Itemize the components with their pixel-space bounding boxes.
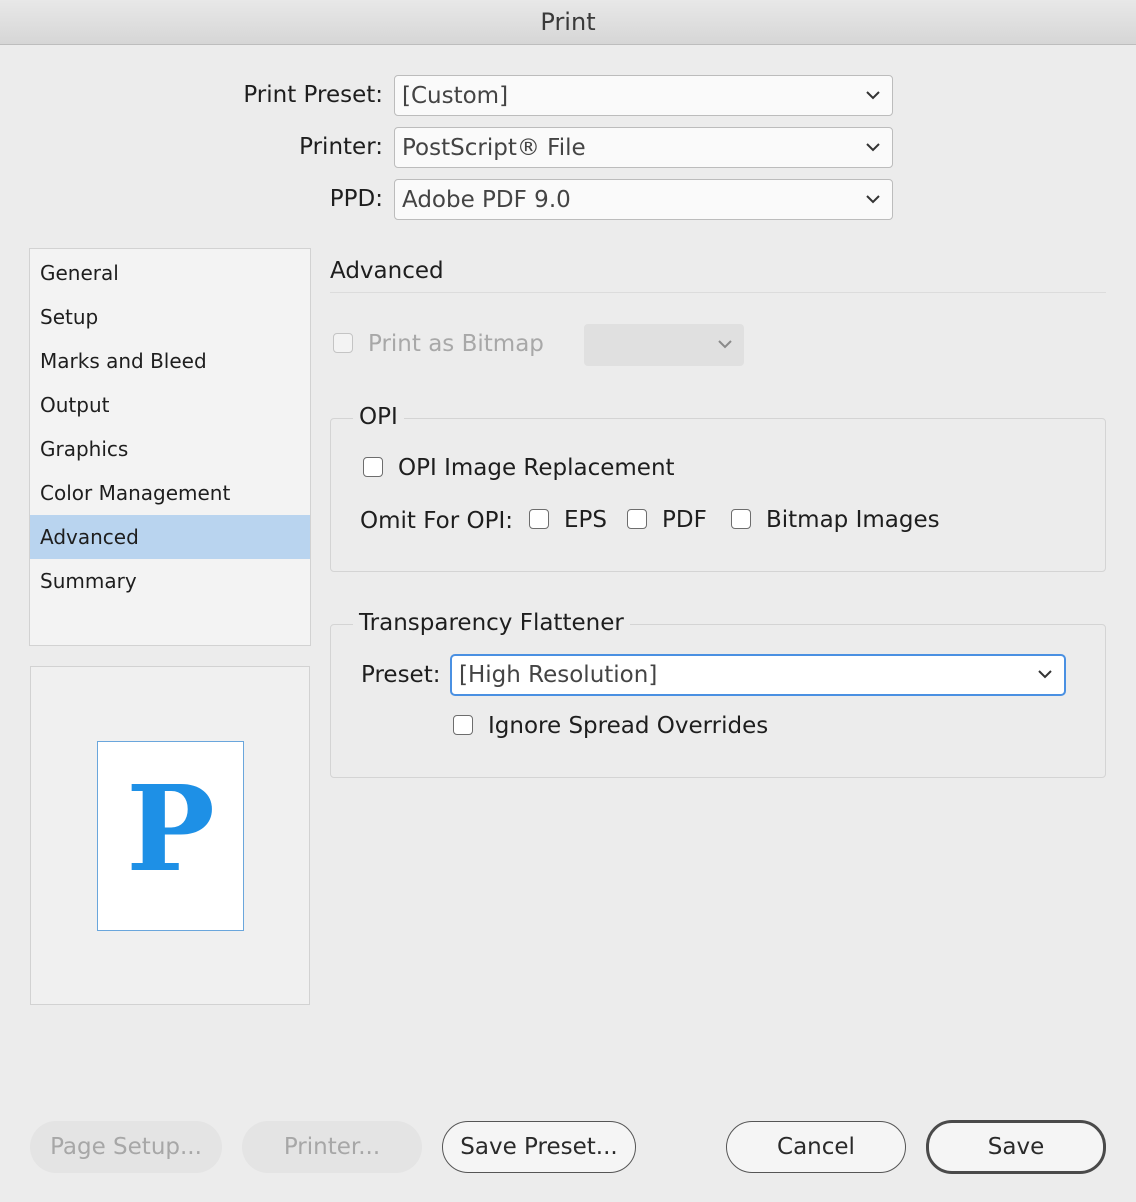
flattener-preset-label: Preset: xyxy=(361,662,441,688)
ppd-select[interactable]: Adobe PDF 9.0 xyxy=(394,179,893,220)
ignore-spread-overrides-label: Ignore Spread Overrides xyxy=(488,713,769,739)
print-as-bitmap-checkbox[interactable] xyxy=(333,333,353,353)
sidebar-item-general[interactable]: General xyxy=(30,251,310,295)
print-as-bitmap-label: Print as Bitmap xyxy=(368,331,544,357)
ppd-value: Adobe PDF 9.0 xyxy=(402,186,571,213)
omit-pdf-checkbox[interactable] xyxy=(627,509,647,529)
omit-bitmap-images-checkbox[interactable] xyxy=(731,509,751,529)
save-button[interactable]: Save xyxy=(926,1120,1106,1174)
print-preset-label: Print Preset: xyxy=(243,82,383,108)
sidebar-item-graphics[interactable]: Graphics xyxy=(30,427,310,471)
omit-eps-label: EPS xyxy=(564,507,608,533)
chevron-down-icon xyxy=(866,142,880,151)
section-title: Advanced xyxy=(330,258,444,284)
flattener-group xyxy=(330,624,1106,778)
preview-page: P xyxy=(97,741,244,931)
window-title: Print xyxy=(0,0,1136,45)
flattener-group-title: Transparency Flattener xyxy=(353,610,630,636)
page-preview: P xyxy=(30,666,310,1005)
bitmap-resolution-select[interactable] xyxy=(584,324,744,366)
printer-select[interactable]: PostScript® File xyxy=(394,127,893,168)
ppd-label: PPD: xyxy=(329,186,383,212)
flattener-preset-value: [High Resolution] xyxy=(459,662,658,688)
chevron-down-icon xyxy=(866,194,880,203)
printer-label: Printer: xyxy=(299,134,383,160)
omit-pdf-label: PDF xyxy=(662,507,707,533)
chevron-down-icon xyxy=(718,340,732,349)
sidebar-item-output[interactable]: Output xyxy=(30,383,310,427)
printer-button[interactable]: Printer... xyxy=(242,1121,422,1173)
cancel-button[interactable]: Cancel xyxy=(726,1121,906,1173)
sidebar-item-advanced[interactable]: Advanced xyxy=(30,515,310,559)
flattener-preset-select[interactable]: [High Resolution] xyxy=(450,654,1066,696)
sidebar-item-setup[interactable]: Setup xyxy=(30,295,310,339)
chevron-down-icon xyxy=(866,90,880,99)
opi-image-replacement-checkbox[interactable] xyxy=(363,457,383,477)
chevron-down-icon xyxy=(1038,670,1052,679)
opi-image-replacement-label: OPI Image Replacement xyxy=(398,455,675,481)
omit-eps-checkbox[interactable] xyxy=(529,509,549,529)
ignore-spread-overrides-checkbox[interactable] xyxy=(453,715,473,735)
page-setup-button[interactable]: Page Setup... xyxy=(30,1121,222,1173)
save-preset-button[interactable]: Save Preset... xyxy=(442,1121,636,1173)
opi-group-title: OPI xyxy=(353,404,404,430)
sidebar: General Setup Marks and Bleed Output Gra… xyxy=(29,248,311,646)
print-preset-select[interactable]: [Custom] xyxy=(394,75,893,116)
sidebar-item-color-management[interactable]: Color Management xyxy=(30,471,310,515)
omit-bitmap-images-label: Bitmap Images xyxy=(766,507,940,533)
print-preset-value: [Custom] xyxy=(402,82,509,109)
preview-letter: P xyxy=(126,759,215,898)
omit-for-opi-label: Omit For OPI: xyxy=(360,508,513,534)
opi-group xyxy=(330,418,1106,572)
printer-value: PostScript® File xyxy=(402,134,586,161)
sidebar-item-summary[interactable]: Summary xyxy=(30,559,310,603)
sidebar-item-marks-and-bleed[interactable]: Marks and Bleed xyxy=(30,339,310,383)
section-divider xyxy=(330,292,1106,293)
